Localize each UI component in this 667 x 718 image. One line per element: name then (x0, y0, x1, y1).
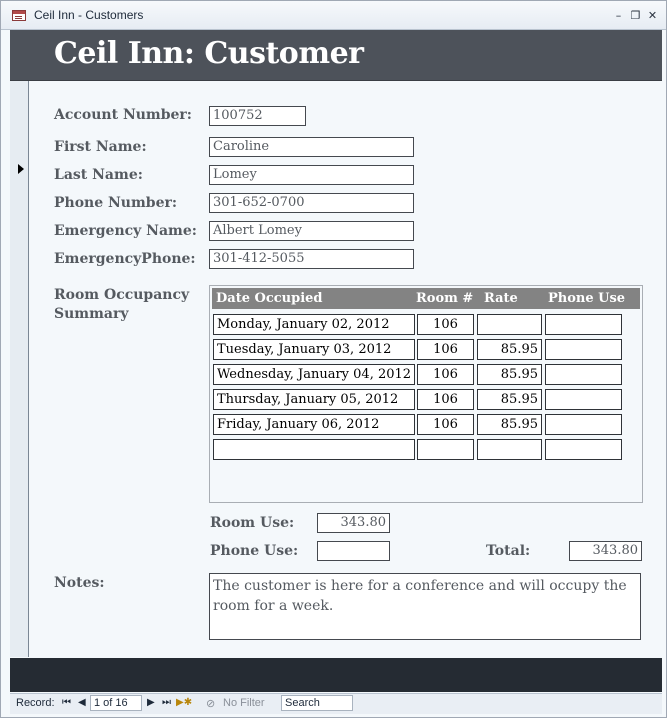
first-record-button[interactable]: ⏮ (62, 697, 71, 708)
minimize-button[interactable]: – (612, 9, 625, 22)
last-name-label: Last Name: (54, 167, 143, 183)
rate-cell[interactable]: 85.95 (477, 389, 542, 410)
notes-label: Notes: (54, 575, 105, 591)
filter-icon: ⊘ (206, 698, 216, 710)
window-title: Ceil Inn - Customers (34, 8, 144, 22)
phone-use-cell[interactable] (545, 364, 622, 385)
room-cell[interactable]: 106 (417, 389, 474, 410)
room-cell[interactable]: 106 (417, 339, 474, 360)
room-cell[interactable]: 106 (417, 314, 474, 335)
date-cell[interactable]: Thursday, January 05, 2012 (213, 389, 415, 410)
room-use-field[interactable]: 343.80 (317, 513, 390, 533)
phone-use-cell[interactable] (545, 439, 622, 460)
phone-use-label: Phone Use: (210, 543, 299, 559)
phone-use-cell[interactable] (545, 339, 622, 360)
window-titlebar: Ceil Inn - Customers – ❐ ✕ (1, 1, 666, 30)
access-form-window: Ceil Inn - Customers – ❐ ✕ Ceil Inn: Cus… (0, 0, 667, 718)
phone-use-cell[interactable] (545, 389, 622, 410)
rate-cell[interactable]: 85.95 (477, 364, 542, 385)
first-name-label: First Name: (54, 139, 147, 155)
date-cell[interactable]: Monday, January 02, 2012 (213, 314, 415, 335)
date-cell[interactable]: Friday, January 06, 2012 (213, 414, 415, 435)
record-selector[interactable] (10, 81, 29, 657)
form-icon (12, 10, 26, 21)
room-number-header: Room # (416, 291, 474, 306)
phone-number-label: Phone Number: (54, 195, 178, 211)
phone-number-field[interactable]: 301-652-0700 (209, 193, 414, 213)
date-cell[interactable] (213, 439, 415, 460)
room-cell[interactable] (417, 439, 474, 460)
occupancy-label-line2: Summary (54, 306, 129, 322)
emergency-name-label: Emergency Name: (54, 223, 197, 239)
restore-button[interactable]: ❐ (629, 9, 642, 22)
total-label: Total: (486, 543, 531, 559)
first-name-field[interactable]: Caroline (209, 137, 414, 157)
last-name-field[interactable]: Lomey (209, 165, 414, 185)
emergency-name-field[interactable]: Albert Lomey (209, 221, 414, 241)
total-field[interactable]: 343.80 (569, 541, 642, 561)
last-record-button[interactable]: ⏭ (162, 697, 171, 708)
rate-cell[interactable]: 85.95 (477, 339, 542, 360)
occupancy-label: Room Occupancy (54, 287, 190, 303)
form-header: Ceil Inn: Customer (10, 30, 662, 82)
phone-use-field[interactable] (317, 541, 390, 561)
rate-header: Rate (484, 291, 518, 306)
no-filter-button[interactable]: No Filter (223, 697, 265, 709)
previous-record-button[interactable]: ◀ (78, 697, 86, 708)
date-occupied-header: Date Occupied (216, 291, 323, 306)
form-footer (10, 658, 662, 692)
occupancy-subform: Date Occupied Room # Rate Phone Use Mond… (209, 285, 643, 503)
notes-field[interactable]: The customer is here for a conference an… (209, 573, 641, 640)
room-cell[interactable]: 106 (417, 414, 474, 435)
record-label: Record: (16, 697, 55, 709)
rate-cell[interactable] (477, 439, 542, 460)
new-record-button[interactable]: ▶✱ (176, 697, 192, 708)
room-use-label: Room Use: (210, 515, 295, 531)
emergency-phone-label: EmergencyPhone: (54, 251, 196, 267)
rate-cell[interactable]: 85.95 (477, 414, 542, 435)
rate-cell[interactable] (477, 314, 542, 335)
room-cell[interactable]: 106 (417, 364, 474, 385)
current-record-icon (18, 164, 24, 174)
account-number-label: Account Number: (54, 107, 192, 123)
phone-use-cell[interactable] (545, 314, 622, 335)
record-navigation-bar: Record: ⏮ ◀ 1 of 16 ▶ ⏭ ▶✱ ⊘ No Filter S… (10, 693, 662, 714)
current-record-input[interactable]: 1 of 16 (90, 695, 142, 711)
emergency-phone-field[interactable]: 301-412-5055 (209, 249, 414, 269)
phone-use-header: Phone Use (548, 291, 626, 306)
account-number-field[interactable]: 100752 (209, 106, 306, 126)
close-button[interactable]: ✕ (646, 9, 659, 22)
search-input[interactable]: Search (281, 695, 353, 711)
next-record-button[interactable]: ▶ (147, 697, 155, 708)
date-cell[interactable]: Tuesday, January 03, 2012 (213, 339, 415, 360)
date-cell[interactable]: Wednesday, January 04, 2012 (213, 364, 415, 385)
form-title: Ceil Inn: Customer (54, 36, 364, 71)
subform-header: Date Occupied Room # Rate Phone Use (212, 288, 640, 309)
phone-use-cell[interactable] (545, 414, 622, 435)
